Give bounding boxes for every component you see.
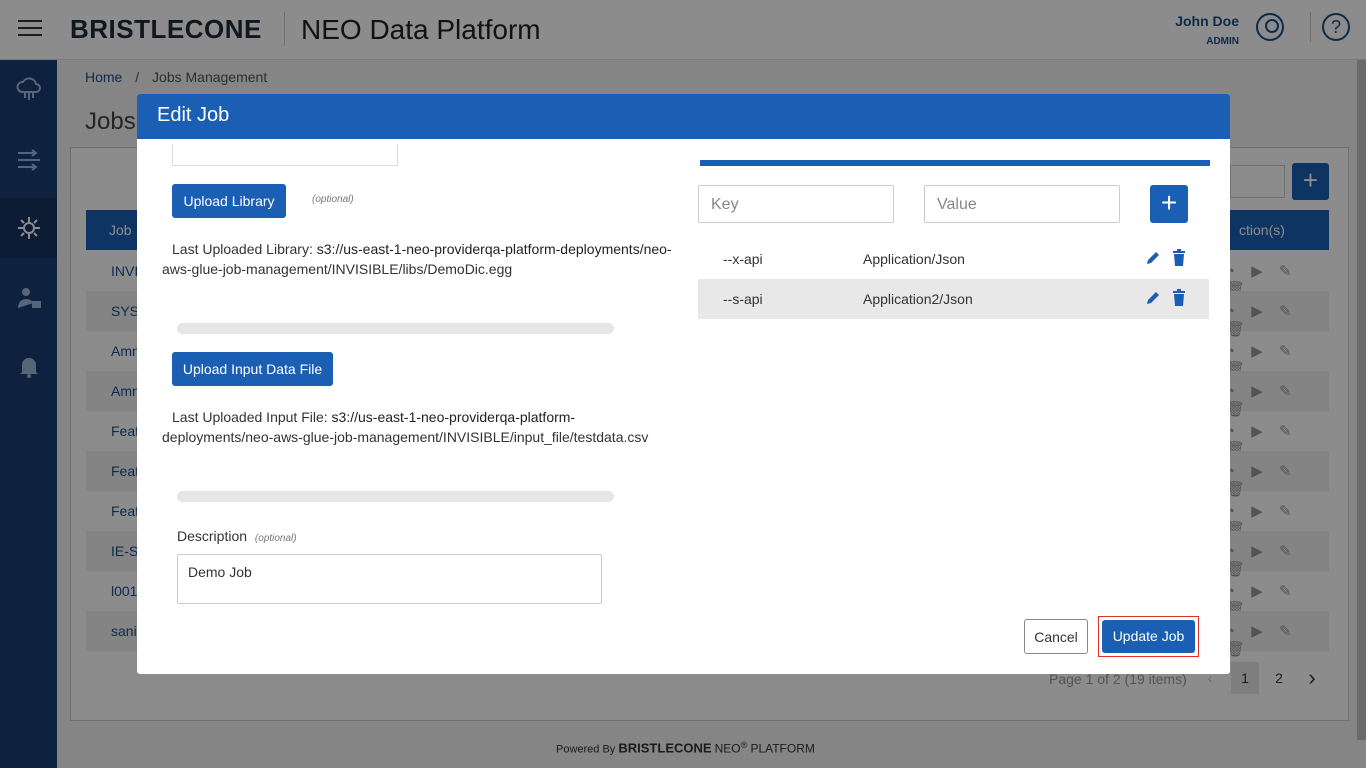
upload-library-button[interactable]: Upload Library (172, 184, 286, 218)
update-job-button[interactable]: Update Job (1102, 620, 1195, 653)
last-library-path-cont: aws-glue-job-management/INVISIBLE/libs/D… (162, 261, 513, 277)
last-input-path-cont: deployments/neo-aws-glue-job-management/… (162, 429, 649, 445)
param-value-input[interactable]: Value (924, 185, 1120, 223)
param-row: --x-api Application/Json (698, 239, 1209, 279)
description-field[interactable]: Demo Job (177, 554, 602, 604)
last-uploaded-input: Last Uploaded Input File: s3://us-east-1… (172, 407, 692, 427)
last-library-path: s3://us-east-1-neo-providerqa-platform-d… (316, 241, 672, 257)
upload-input-file-button[interactable]: Upload Input Data File (172, 352, 333, 386)
param-row: --s-api Application2/Json (698, 279, 1209, 319)
last-input-path: s3://us-east-1-neo-providerqa-platform- (331, 409, 576, 425)
library-upload-progress (177, 323, 614, 334)
description-label: Description (optional) (177, 528, 297, 544)
add-param-button[interactable]: + (1150, 185, 1188, 223)
parameters-section-bar (700, 160, 1210, 166)
modal-header: Edit Job (137, 94, 1230, 139)
job-field-partial[interactable] (172, 144, 398, 166)
param-value: Application2/Json (863, 291, 973, 307)
param-value: Application/Json (863, 251, 965, 267)
last-uploaded-library: Last Uploaded Library: s3://us-east-1-ne… (172, 239, 682, 259)
last-library-prefix: Last Uploaded Library: (172, 241, 313, 257)
edit-icon[interactable] (1145, 290, 1161, 306)
param-key-input[interactable]: Key (698, 185, 894, 223)
cancel-button[interactable]: Cancel (1024, 619, 1088, 654)
input-upload-progress (177, 491, 614, 502)
description-label-text: Description (177, 528, 248, 544)
delete-icon[interactable] (1172, 289, 1186, 306)
delete-icon[interactable] (1172, 249, 1186, 266)
edit-job-modal: Edit Job Upload Library (optional) Last … (137, 94, 1230, 674)
optional-label: (optional) (312, 194, 354, 205)
modal-title: Edit Job (157, 104, 230, 126)
param-key: --x-api (723, 251, 763, 267)
edit-icon[interactable] (1145, 250, 1161, 266)
param-key: --s-api (723, 291, 763, 307)
description-optional: (optional) (254, 533, 297, 544)
last-input-prefix: Last Uploaded Input File: (172, 409, 328, 425)
